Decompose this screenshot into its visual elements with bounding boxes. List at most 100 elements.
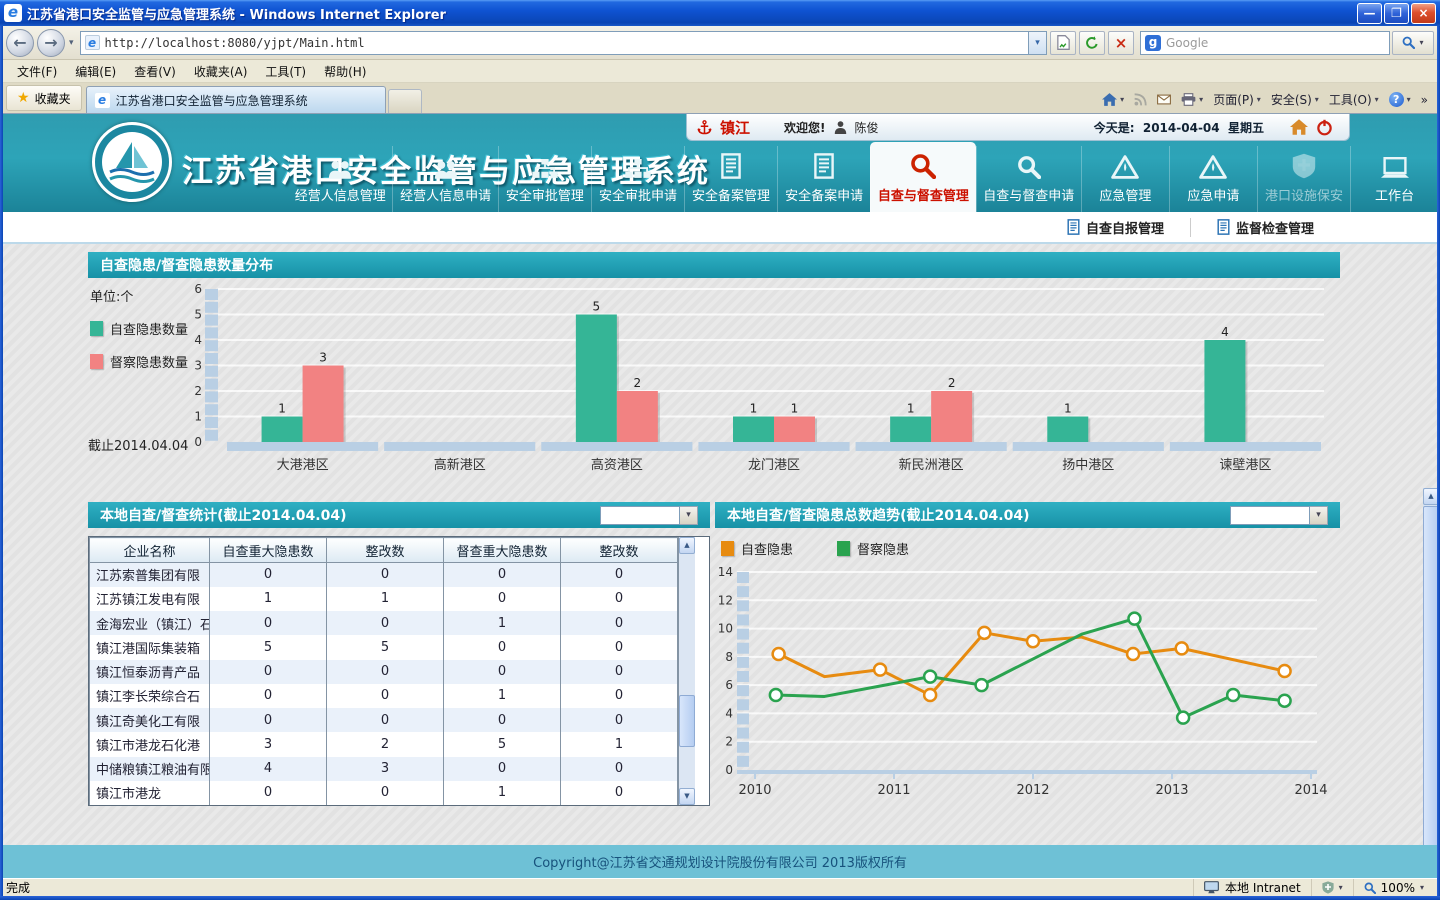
table-row[interactable]: 镇江市港龙0010 xyxy=(90,781,678,805)
menu-item-favorites[interactable]: 收藏夹(A) xyxy=(185,61,257,82)
bar-value-label: 5 xyxy=(593,300,601,314)
help-menu-button[interactable]: ?▾ xyxy=(1389,92,1411,107)
svg-text:2: 2 xyxy=(725,735,733,749)
nav-safety-approval-apply[interactable]: 安全审批申请 xyxy=(591,146,684,212)
legend-swatch-orange xyxy=(721,541,734,556)
value-cell: 1 xyxy=(444,611,561,635)
table-scroll-thumb[interactable] xyxy=(679,695,695,747)
nav-safety-approval-mgmt[interactable]: 安全审批管理 xyxy=(498,146,591,212)
scroll-down-icon[interactable]: ▼ xyxy=(679,788,695,805)
tools-menu-button[interactable]: 工具(O)▾ xyxy=(1329,91,1379,108)
close-button[interactable]: × xyxy=(1411,3,1436,24)
company-name-cell: 金海宏业（镇江）石 xyxy=(90,611,210,635)
table-filter-dropdown[interactable]: ▾ xyxy=(600,506,698,525)
recent-pages-dropdown-icon[interactable]: ▾ xyxy=(69,38,74,48)
table-row[interactable]: 中储粮镇江粮油有限4300 xyxy=(90,757,678,781)
bar-value-label: 3 xyxy=(319,351,327,365)
home-button[interactable]: ▾ xyxy=(1102,93,1124,106)
table-row[interactable]: 镇江李长荣综合石0010 xyxy=(90,684,678,708)
refresh-button[interactable] xyxy=(1079,31,1105,55)
nav-selfcheck-supervision-mgmt[interactable]: 自查与督查管理 xyxy=(870,142,975,212)
user-name: 陈俊 xyxy=(855,119,879,136)
nav-port-facility-security[interactable]: 港口设施保安 xyxy=(1257,146,1350,212)
nav-safety-record-mgmt[interactable]: 安全备案管理 xyxy=(684,146,777,212)
col-selfcheck-major: 自查重大隐患数 xyxy=(210,538,327,563)
home-shortcut-icon[interactable] xyxy=(1290,119,1308,135)
value-cell: 1 xyxy=(444,684,561,708)
col-rectified-1: 整改数 xyxy=(327,538,444,563)
compatibility-view-button[interactable] xyxy=(1050,31,1076,55)
read-mail-button[interactable] xyxy=(1157,94,1171,105)
nav-emergency-mgmt[interactable]: 应急管理 xyxy=(1081,146,1169,212)
menu-item-file[interactable]: 文件(F) xyxy=(8,61,66,82)
company-name-cell: 江苏索普集团有限 xyxy=(90,563,210,587)
x-axis-segment xyxy=(1013,442,1164,451)
user-avatar-icon xyxy=(834,121,847,134)
table-row[interactable]: 江苏镇江发电有限1100 xyxy=(90,587,678,611)
address-dropdown-button[interactable]: ▾ xyxy=(1029,31,1047,55)
maximize-button[interactable]: ❐ xyxy=(1384,3,1409,24)
data-point xyxy=(924,689,936,701)
address-input[interactable]: e http://localhost:8080/yjpt/Main.html xyxy=(80,31,1029,55)
menu-item-view[interactable]: 查看(V) xyxy=(125,61,185,82)
line-filter-dropdown[interactable]: ▾ xyxy=(1230,506,1328,525)
date-label: 今天是: 2014-04-04 星期五 xyxy=(1094,119,1264,136)
safety-menu-button[interactable]: 安全(S)▾ xyxy=(1271,91,1319,108)
company-name-cell: 镇江市港龙石化港 xyxy=(90,732,210,756)
menu-item-edit[interactable]: 编辑(E) xyxy=(66,61,125,82)
legend-selfcheck-line: 自查隐患 xyxy=(721,539,793,558)
value-cell: 0 xyxy=(561,660,678,684)
table-row[interactable]: 镇江市港龙石化港3251 xyxy=(90,732,678,756)
forward-button[interactable]: → xyxy=(37,29,65,57)
table-scrollbar[interactable]: ▲ ▼ xyxy=(678,537,695,805)
protected-mode-button[interactable]: ▾ xyxy=(1311,879,1353,896)
svg-text:0: 0 xyxy=(725,763,733,777)
nav-workbench[interactable]: 工作台 xyxy=(1350,146,1438,212)
svg-text:5: 5 xyxy=(194,308,202,322)
svg-text:6: 6 xyxy=(725,678,733,692)
category-label: 龙门港区 xyxy=(748,458,800,473)
nav-operator-info-apply[interactable]: 经营人信息申请 xyxy=(392,146,497,212)
search-button[interactable]: ▾ xyxy=(1392,31,1434,55)
nav-operator-info-mgmt[interactable]: 经营人信息管理 xyxy=(288,146,392,212)
minimize-button[interactable]: — xyxy=(1357,3,1382,24)
company-name-cell: 镇江李长荣综合石 xyxy=(90,684,210,708)
scroll-up-icon[interactable]: ▲ xyxy=(679,537,695,554)
svg-text:1: 1 xyxy=(194,410,202,424)
nav-safety-record-apply[interactable]: 安全备案申请 xyxy=(777,146,870,212)
search-input[interactable]: g Google xyxy=(1140,31,1390,55)
data-point xyxy=(924,671,936,683)
page-menu-button[interactable]: 页面(P)▾ xyxy=(1213,91,1261,108)
logout-power-icon[interactable] xyxy=(1316,119,1333,136)
value-cell: 0 xyxy=(444,635,561,659)
subnav-self-report-mgmt[interactable]: 自查自报管理 xyxy=(1041,218,1190,237)
value-cell: 0 xyxy=(561,635,678,659)
nav-emergency-apply[interactable]: 应急申请 xyxy=(1169,146,1257,212)
value-cell: 0 xyxy=(327,684,444,708)
nav-selfcheck-supervision-apply[interactable]: 自查与督查申请 xyxy=(976,146,1081,212)
print-button[interactable]: ▾ xyxy=(1181,93,1203,106)
table-row[interactable]: 镇江奇美化工有限0000 xyxy=(90,708,678,732)
table-row[interactable]: 镇江港国际集装箱5500 xyxy=(90,635,678,659)
more-commands-chevron[interactable]: » xyxy=(1421,93,1428,107)
stop-button[interactable]: × xyxy=(1108,31,1134,55)
favorites-button[interactable]: ★ 收藏夹 xyxy=(6,85,82,111)
bar xyxy=(1047,417,1088,443)
subnav-supervision-check-mgmt[interactable]: 监督检查管理 xyxy=(1190,218,1340,237)
menu-item-help[interactable]: 帮助(H) xyxy=(315,61,375,82)
zoom-control[interactable]: 100% ▾ xyxy=(1353,879,1434,896)
doc-icon xyxy=(1067,219,1080,235)
menu-item-tools[interactable]: 工具(T) xyxy=(256,61,315,82)
line-panel-header: 本地自查/督查隐患总数趋势(截止2014.04.04) ▾ xyxy=(715,502,1340,528)
zoom-magnifier-icon xyxy=(1364,882,1376,894)
star-icon: ★ xyxy=(17,90,30,106)
back-button[interactable]: ← xyxy=(6,29,34,57)
legend-swatch-supervise xyxy=(90,354,103,369)
new-tab-button[interactable] xyxy=(388,89,422,113)
search-options-dropdown-icon[interactable]: ▾ xyxy=(1419,38,1423,47)
table-row[interactable]: 金海宏业（镇江）石0010 xyxy=(90,611,678,635)
tab-active[interactable]: e 江苏省港口安全监管与应急管理系统 xyxy=(86,86,386,113)
feeds-button[interactable] xyxy=(1134,93,1147,106)
table-row[interactable]: 江苏索普集团有限0000 xyxy=(90,563,678,587)
table-row[interactable]: 镇江恒泰沥青产品0000 xyxy=(90,660,678,684)
